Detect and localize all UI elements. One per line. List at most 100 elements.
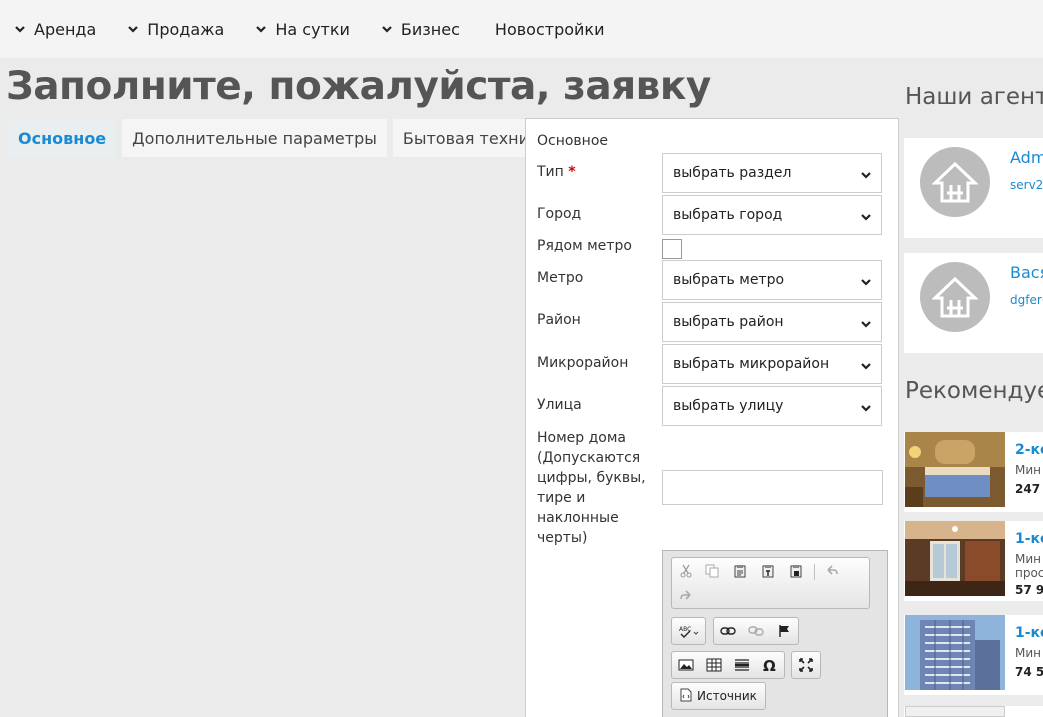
listing-title[interactable]: 1-ко <box>1015 531 1043 547</box>
special-char-icon[interactable]: Ω <box>758 654 782 676</box>
recommended-item[interactable]: 2-ко Мин 247 0 <box>904 432 1043 512</box>
recommended-heading: Рекомендуем <box>905 378 1043 404</box>
copy-icon[interactable] <box>700 560 724 582</box>
recommended-item[interactable]: 1-ко Мин прос 57 90 <box>904 521 1043 601</box>
table-icon[interactable] <box>702 654 726 676</box>
maximize-icon[interactable] <box>794 654 818 676</box>
house-label-line: Номер дома <box>537 430 626 446</box>
agent-name[interactable]: Вася <box>1010 263 1043 282</box>
image-icon[interactable] <box>674 654 698 676</box>
agent-card[interactable]: Вася dgfer( <box>904 253 1043 353</box>
paste-icon[interactable] <box>728 560 752 582</box>
listing-price: 247 0 <box>1015 482 1043 496</box>
microdistrict-select-value: выбрать микрорайон <box>673 356 830 372</box>
house-icon <box>932 276 978 318</box>
chevron-down-icon <box>861 359 871 370</box>
street-select-value: выбрать улицу <box>673 398 784 414</box>
agent-card[interactable]: Adm serv2( <box>904 138 1043 238</box>
maximize-toolbar-group <box>791 651 821 679</box>
agents-heading: Наши агенты <box>905 84 1043 110</box>
listing-subtitle: Мин <box>1015 646 1041 660</box>
house-label-line: (Допускаются <box>537 450 641 466</box>
paste-word-icon[interactable] <box>784 560 808 582</box>
listing-price: 74 50 <box>1015 665 1043 679</box>
listing-title[interactable]: 2-ко <box>1015 442 1043 458</box>
chevron-down-icon <box>128 24 139 34</box>
redo-icon[interactable] <box>674 585 698 607</box>
house-label-line: черты) <box>537 530 588 546</box>
agent-email[interactable]: dgfer( <box>1010 293 1043 307</box>
nav-item-label: Бизнес <box>400 19 460 39</box>
house-label-line: тире и <box>537 490 586 506</box>
metro-label: Метро <box>537 270 584 286</box>
paste-text-icon[interactable] <box>756 560 780 582</box>
cut-icon[interactable] <box>674 560 698 582</box>
agent-name[interactable]: Adm <box>1010 148 1043 167</box>
chevron-down-icon <box>861 168 871 179</box>
city-select-value: выбрать город <box>673 207 783 223</box>
nav-item-label: Аренда <box>34 19 97 39</box>
house-number-label: Номер дома (Допускаются цифры, буквы, ти… <box>537 428 646 548</box>
street-select[interactable]: выбрать улицу <box>662 386 882 426</box>
listing-photo[interactable] <box>905 521 1005 596</box>
listing-subtitle-line: Мин <box>1015 463 1041 477</box>
recommended-item[interactable] <box>904 706 1043 717</box>
tab-additional-params[interactable]: Дополнительные параметры <box>122 119 387 157</box>
microdistrict-select[interactable]: выбрать микрорайон <box>662 344 882 384</box>
type-select-value: выбрать раздел <box>673 165 792 181</box>
street-label: Улица <box>537 397 582 413</box>
chevron-down-icon <box>382 24 392 34</box>
chevron-down-icon <box>256 24 267 34</box>
listing-subtitle: Мин прос <box>1015 552 1043 580</box>
avatar <box>920 262 990 332</box>
listing-photo[interactable] <box>905 615 1005 690</box>
anchor-flag-icon[interactable] <box>772 620 796 642</box>
source-button[interactable]: Источник <box>671 682 766 710</box>
spellcheck-toolbar-group: ABC <box>671 617 706 645</box>
nav-item-sale[interactable]: Продажа <box>128 20 224 39</box>
nav-item-daily[interactable]: На сутки <box>256 20 350 39</box>
unlink-icon[interactable] <box>744 620 768 642</box>
house-label-line: наклонные <box>537 510 619 526</box>
nav-item-business[interactable]: Бизнес <box>382 20 460 39</box>
chevron-down-icon <box>861 275 871 286</box>
nav-item-new-buildings[interactable]: Новостройки <box>495 20 605 39</box>
metro-select[interactable]: выбрать метро <box>662 260 882 300</box>
top-nav: Аренда Продажа На сутки Бизнес Новострой… <box>0 0 1043 58</box>
rich-text-editor: ABC Ω Источник <box>662 550 888 717</box>
page-title: Заполните, пожалуйста, заявку <box>6 64 711 109</box>
type-label-text: Тип <box>537 164 564 180</box>
house-icon <box>932 161 978 203</box>
recommended-item[interactable]: 1-ко Мин 74 50 <box>904 615 1043 695</box>
district-label: Район <box>537 312 581 328</box>
city-select[interactable]: выбрать город <box>662 195 882 235</box>
insert-toolbar-group: Ω <box>671 651 785 679</box>
spellcheck-icon[interactable]: ABC <box>675 620 703 642</box>
tab-main[interactable]: Основное <box>8 119 117 157</box>
listing-photo[interactable] <box>905 706 1005 717</box>
nav-item-rent[interactable]: Аренда <box>15 20 96 39</box>
chevron-down-icon <box>15 24 25 34</box>
near-metro-checkbox[interactable] <box>662 239 682 259</box>
svg-text:Ω: Ω <box>763 657 776 673</box>
source-icon <box>680 688 692 705</box>
form-tabs: Основное Дополнительные параметры Бытова… <box>8 119 565 157</box>
microdistrict-label: Микрорайон <box>537 355 629 371</box>
city-label: Город <box>537 206 582 222</box>
form-panel: Основное Тип * выбрать раздел Город выбр… <box>525 118 899 717</box>
link-icon[interactable] <box>716 620 740 642</box>
section-title: Основное <box>537 133 609 149</box>
undo-icon[interactable] <box>820 560 844 582</box>
listing-title[interactable]: 1-ко <box>1015 625 1043 641</box>
house-number-input[interactable] <box>662 470 883 505</box>
horizontal-line-icon[interactable] <box>730 654 754 676</box>
chevron-down-icon <box>861 317 871 328</box>
district-select[interactable]: выбрать район <box>662 302 882 342</box>
type-select[interactable]: выбрать раздел <box>662 153 882 193</box>
listing-photo[interactable] <box>905 432 1005 507</box>
toolbar-separator <box>814 564 815 580</box>
clipboard-toolbar-group <box>671 557 870 609</box>
listing-subtitle-line: Мин <box>1015 552 1041 566</box>
agent-email[interactable]: serv2( <box>1010 178 1043 192</box>
link-toolbar-group <box>713 617 799 645</box>
